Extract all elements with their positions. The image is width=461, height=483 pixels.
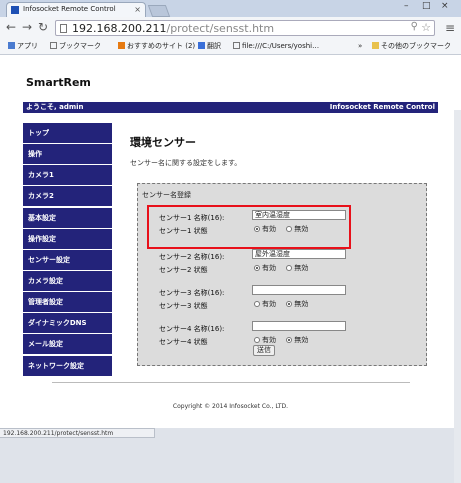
sensor3-name-input[interactable]: [252, 285, 346, 295]
form-legend: センサー名登録: [142, 191, 191, 199]
url-text: 192.168.200.211/protect/sensst.htm: [72, 22, 275, 35]
page-icon: [60, 24, 67, 33]
nav-item-camera-settings[interactable]: カメラ設定: [23, 270, 112, 291]
sensor2-disable-radio[interactable]: [286, 265, 293, 271]
copyright-text: Copyright © 2014 Infosocket Co., LTD.: [172, 403, 289, 410]
nav-item-operation[interactable]: 操作: [23, 144, 112, 165]
sensor4-enable-radio[interactable]: [254, 337, 260, 343]
nav-item-dynamic-dns[interactable]: ダイナミックDNS: [23, 313, 112, 334]
favicon-icon: [11, 6, 19, 14]
back-arrow-icon[interactable]: ←: [6, 21, 16, 33]
sensor-state-label: センサー2 状態: [159, 266, 208, 274]
minimize-button[interactable]: –: [404, 1, 409, 11]
browser-tabstrip: Infosocket Remote Control × – □ ×: [0, 0, 461, 17]
status-bar: 192.168.200.211/protect/sensst.htm: [0, 428, 155, 438]
sensor-row: センサー4 名称(16): センサー4 状態 有効 無効 送信: [159, 321, 419, 356]
sensor-name-label: センサー3 名称(16):: [159, 289, 225, 297]
apps-icon: [8, 42, 15, 49]
web-page: SmartRem ようこそ, admin Infosocket Remote C…: [0, 55, 461, 483]
new-tab-button[interactable]: [147, 5, 171, 17]
page-description: センサー名に関する設定をします。: [130, 159, 242, 167]
site-title: SmartRem: [26, 76, 91, 89]
address-bar[interactable]: 192.168.200.211/protect/sensst.htm ⚲ ☆: [55, 20, 435, 36]
nav-item-camera2[interactable]: カメラ2: [23, 186, 112, 207]
translate-icon: [198, 42, 205, 49]
file-icon: [233, 42, 240, 49]
sensor-name-label: センサー4 名称(16):: [159, 325, 225, 333]
scrollbar[interactable]: [454, 110, 461, 483]
nav-item-basic-settings[interactable]: 基本設定: [23, 207, 112, 228]
bookmark-recommended[interactable]: おすすめのサイト (2): [118, 39, 195, 54]
footer-divider: [52, 382, 410, 383]
brand-text: Infosocket Remote Control: [329, 103, 435, 111]
nav-item-sensor-settings[interactable]: センサー設定: [23, 249, 112, 270]
bookmark-icon: [50, 42, 57, 49]
nav-item-network-settings[interactable]: ネットワーク設定: [23, 355, 112, 376]
bookmarks-overflow[interactable]: »: [358, 39, 362, 54]
menu-icon[interactable]: ≡: [445, 21, 455, 35]
bookmark-bookmarks[interactable]: ブックマーク: [50, 39, 101, 54]
sensor-state-label: センサー3 状態: [159, 302, 208, 310]
forward-arrow-icon[interactable]: →: [22, 21, 32, 33]
nav-item-camera1[interactable]: カメラ1: [23, 165, 112, 186]
folder-icon: [372, 42, 379, 49]
sensor3-enable-radio[interactable]: [254, 301, 260, 307]
sensor3-disable-radio[interactable]: [286, 301, 293, 307]
bookmark-other[interactable]: その他のブックマーク: [372, 39, 451, 54]
search-icon[interactable]: ⚲: [411, 21, 418, 32]
sensor-row: センサー2 名称(16): センサー2 状態 屋外温湿度 有効 無効: [159, 249, 419, 279]
reload-icon[interactable]: ↻: [38, 21, 48, 33]
tab-close-icon[interactable]: ×: [134, 3, 141, 16]
browser-toolbar: ← → ↻ 192.168.200.211/protect/sensst.htm…: [0, 17, 461, 40]
star-icon[interactable]: ☆: [421, 21, 431, 34]
bookmarks-bar: アプリ ブックマーク おすすめのサイト (2) 翻訳 file:///C:/Us…: [0, 39, 461, 55]
tab-title: Infosocket Remote Control: [23, 5, 116, 13]
sensor-name-label: センサー2 名称(16):: [159, 253, 225, 261]
site-icon: [118, 42, 125, 49]
welcome-bar: ようこそ, admin Infosocket Remote Control: [23, 102, 438, 113]
nav-item-top[interactable]: トップ: [23, 123, 112, 143]
bookmark-translate[interactable]: 翻訳: [198, 39, 221, 54]
sensor2-name-input[interactable]: 屋外温湿度: [252, 249, 346, 259]
sensor-state-label: センサー4 状態: [159, 338, 208, 346]
bookmark-file[interactable]: file:///C:/Users/yoshi…: [233, 39, 319, 54]
nav-item-admin-settings[interactable]: 管理者設定: [23, 292, 112, 313]
bookmark-apps[interactable]: アプリ: [8, 39, 38, 54]
welcome-text: ようこそ, admin: [26, 103, 84, 111]
maximize-button[interactable]: □: [422, 1, 431, 11]
page-title: 環境センサー: [130, 136, 196, 149]
sensor-row: センサー3 名称(16): センサー3 状態 有効 無効: [159, 285, 419, 315]
nav-item-mail-settings[interactable]: メール設定: [23, 334, 112, 355]
browser-tab[interactable]: Infosocket Remote Control ×: [6, 2, 146, 17]
close-window-button[interactable]: ×: [441, 1, 449, 11]
sidebar-nav: トップ 操作 カメラ1 カメラ2 基本設定 操作設定 センサー設定 カメラ設定 …: [23, 123, 112, 377]
nav-item-operation-settings[interactable]: 操作設定: [23, 228, 112, 249]
sensor2-enable-radio[interactable]: [254, 265, 260, 271]
highlight-box: [147, 205, 351, 249]
sensor4-disable-radio[interactable]: [286, 337, 293, 343]
submit-button[interactable]: 送信: [253, 345, 275, 356]
sensor4-name-input[interactable]: [252, 321, 346, 331]
